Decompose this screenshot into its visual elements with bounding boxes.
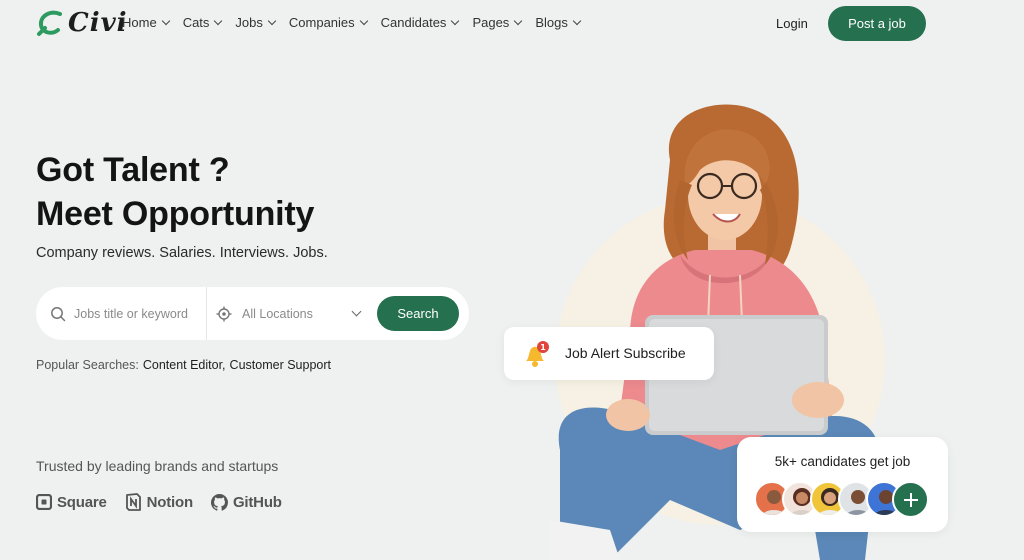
nav-label: Home <box>122 15 157 30</box>
nav-label: Pages <box>472 15 510 30</box>
nav-item-jobs[interactable]: Jobs <box>235 15 277 30</box>
nav-item-companies[interactable]: Companies <box>288 15 368 30</box>
brand-notion: Notion <box>125 493 193 511</box>
chevron-down-icon <box>359 16 368 26</box>
bell-icon: 1 <box>526 341 549 367</box>
location-select[interactable]: All Locations <box>216 287 313 340</box>
chevron-down-icon <box>267 16 277 26</box>
hero-title-line-2: Meet Opportunity <box>36 195 315 233</box>
main-nav: Home Cats Jobs Companies Candidates Page… <box>122 15 582 30</box>
candidates-card: 5k+ candidates get job <box>737 437 948 532</box>
location-value: All Locations <box>242 306 313 321</box>
popular-label: Popular Searches: <box>36 358 139 372</box>
github-logo-icon <box>210 493 228 511</box>
chevron-down-icon <box>161 16 170 26</box>
location-target-icon <box>216 306 232 321</box>
brand-square: Square <box>36 494 107 511</box>
nav-item-candidates[interactable]: Candidates <box>380 15 460 30</box>
chevron-down-icon <box>214 16 223 26</box>
chevron-down-icon <box>514 16 523 26</box>
brand-name: GitHub <box>232 493 282 511</box>
keyword-placeholder: Jobs title or keyword <box>74 306 188 321</box>
job-alert-card[interactable]: 1 Job Alert Subscribe <box>504 327 714 380</box>
popular-tag-content-editor[interactable]: Content Editor, <box>143 358 226 372</box>
notification-count: 1 <box>540 343 546 352</box>
logo-text: Civi <box>68 8 128 38</box>
trusted-label: Trusted by leading brands and startups <box>36 458 279 474</box>
job-search-bar: Jobs title or keyword All Locations Sear… <box>36 287 469 340</box>
logo[interactable]: Civi <box>36 8 128 38</box>
hero-title-line-1: Got Talent ? <box>36 151 230 189</box>
post-job-button[interactable]: Post a job <box>828 6 926 41</box>
hero-title: Got Talent ? Meet Opportunity <box>36 148 314 236</box>
search-divider <box>206 287 207 340</box>
square-logo-icon <box>36 494 52 510</box>
popular-tag-customer-support[interactable]: Customer Support <box>230 358 331 372</box>
chevron-down-icon[interactable] <box>351 306 362 317</box>
nav-item-cats[interactable]: Cats <box>182 15 223 30</box>
nav-item-pages[interactable]: Pages <box>472 15 523 30</box>
login-link[interactable]: Login <box>776 16 808 31</box>
nav-label: Blogs <box>535 15 568 30</box>
search-button[interactable]: Search <box>377 296 459 331</box>
nav-item-blogs[interactable]: Blogs <box>535 15 582 30</box>
add-candidate-button[interactable] <box>892 481 929 518</box>
brand-name: Square <box>57 493 107 511</box>
nav-item-home[interactable]: Home <box>122 15 170 30</box>
brand-logos: Square Notion GitHub <box>36 493 282 511</box>
chevron-down-icon <box>572 16 582 26</box>
candidates-text: 5k+ candidates get job <box>774 454 911 469</box>
notion-logo-icon <box>125 493 141 511</box>
nav-label: Candidates <box>380 15 447 30</box>
brand-name: Notion <box>146 493 193 511</box>
site-header: Civi Home Cats Jobs Companies Candidates… <box>0 0 1024 46</box>
keyword-field[interactable]: Jobs title or keyword <box>50 287 188 340</box>
job-alert-text: Job Alert Subscribe <box>565 345 686 361</box>
chevron-down-icon <box>451 16 460 26</box>
nav-label: Jobs <box>235 15 263 30</box>
search-icon <box>51 306 66 321</box>
popular-searches: Popular Searches: Content Editor, Custom… <box>36 358 331 372</box>
brand-github: GitHub <box>210 493 282 511</box>
nav-label: Companies <box>288 15 355 30</box>
hero-subtitle: Company reviews. Salaries. Interviews. J… <box>36 245 328 261</box>
logo-mark-icon <box>37 10 62 36</box>
nav-label: Cats <box>182 15 210 30</box>
